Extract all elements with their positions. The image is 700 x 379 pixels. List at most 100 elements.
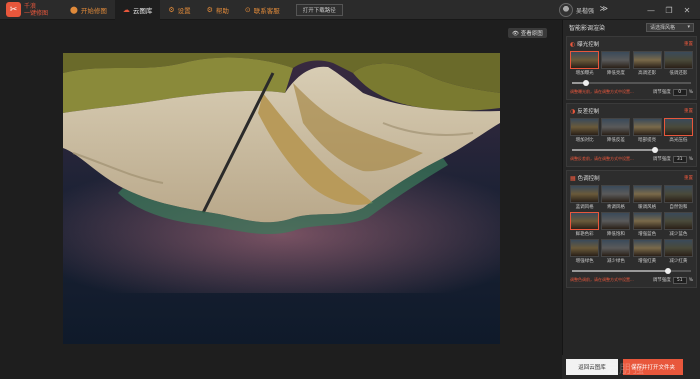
logo-line-2: 一键修图 bbox=[24, 9, 49, 17]
preset-thumb[interactable]: 增强蓝色 bbox=[632, 212, 662, 237]
preset-label: 高光压低 bbox=[669, 138, 688, 143]
degree-unit: % bbox=[688, 89, 693, 95]
preset-preview-image bbox=[632, 239, 662, 257]
preset-thumb[interactable]: 高光压低 bbox=[663, 118, 693, 143]
degree-label: 调节强度 bbox=[652, 278, 671, 283]
open-download-path-button[interactable]: 打开下载路径 bbox=[295, 3, 343, 16]
preset-label: 鲜艳色彩 bbox=[575, 232, 594, 237]
preset-thumb[interactable]: 减少绿色 bbox=[601, 239, 631, 264]
degree-input[interactable]: 31 bbox=[672, 155, 687, 163]
tab-start-editing[interactable]: ⬤ 开始修图 bbox=[62, 0, 115, 20]
preset-label: 暖调风格 bbox=[638, 205, 657, 210]
preset-thumb[interactable]: 降低反差 bbox=[601, 118, 631, 143]
slider-knob[interactable] bbox=[665, 268, 672, 274]
preset-label: 自然饱和 bbox=[669, 205, 688, 210]
app-window: ✂ 千浪 一键修图 ⬤ 开始修图 ☁ 云图库 ⚙ 设置 ⚙ 帮助 ⊙ 联系客服 打开下载路… bbox=[0, 0, 700, 379]
chevron-down-icon[interactable]: ≫ bbox=[600, 4, 608, 13]
preset-thumb[interactable]: 暖调风格 bbox=[632, 185, 662, 210]
preset-label: 减少绿色 bbox=[606, 259, 625, 264]
user-name: 吴楷强 bbox=[575, 7, 594, 15]
preset-thumb[interactable]: 增加对比 bbox=[570, 118, 600, 143]
minimize-icon[interactable]: — bbox=[642, 6, 660, 15]
intensity-slider[interactable] bbox=[570, 79, 693, 87]
support-icon: ⊙ bbox=[244, 5, 251, 14]
image-canvas: 👁 查看原图 bbox=[0, 20, 562, 379]
color-tone-section: ▦ 色调控制 重置 蓝调风格 青调风格 暖调风格 自然饱和鲜艳色彩 降低饱和 增强蓝色 减少蓝… bbox=[566, 170, 697, 288]
preset-thumb[interactable]: 增加曝光 bbox=[570, 51, 600, 76]
preset-preview-image bbox=[601, 185, 631, 203]
preset-thumb[interactable]: 降低饱和 bbox=[601, 212, 631, 237]
preset-thumb[interactable]: 低调还影 bbox=[663, 51, 693, 76]
color-tone-icon: ▦ bbox=[570, 174, 576, 182]
tab-label: 开始修图 bbox=[80, 6, 107, 15]
save-and-open-folder-button[interactable]: 保存并打开文件夹 bbox=[623, 359, 683, 375]
preset-preview-image bbox=[601, 239, 631, 257]
preset-preview-image bbox=[570, 212, 600, 230]
preset-preview-image bbox=[632, 118, 662, 136]
preset-thumb[interactable]: 增强绿色 bbox=[570, 239, 600, 264]
preset-thumb[interactable]: 鲜艳色彩 bbox=[570, 212, 600, 237]
view-original-button[interactable]: 👁 查看原图 bbox=[508, 28, 547, 38]
preset-thumb[interactable]: 减少蓝色 bbox=[663, 212, 693, 237]
back-to-library-button[interactable]: 返回云图库 bbox=[566, 359, 618, 375]
contrast-icon: ◑ bbox=[570, 107, 576, 115]
tab-label: 联系客服 bbox=[253, 6, 280, 15]
logo-line-1: 千浪 bbox=[24, 2, 37, 10]
preset-label: 降低亮度 bbox=[606, 71, 625, 76]
preset-thumb[interactable]: 增强红黄 bbox=[632, 239, 662, 264]
preset-preview-image bbox=[632, 185, 662, 203]
preset-thumb[interactable]: 蓝调风格 bbox=[570, 185, 600, 210]
user-menu[interactable]: 吴楷强 bbox=[558, 3, 594, 17]
preset-grid: 蓝调风格 青调风格 暖调风格 自然饱和鲜艳色彩 降低饱和 增强蓝色 减少蓝色增强绿色 减少绿色… bbox=[570, 185, 693, 264]
reset-button[interactable]: 重置 bbox=[684, 108, 693, 114]
chevron-down-icon: ▾ bbox=[687, 24, 690, 30]
preset-preview-image bbox=[570, 51, 600, 69]
tab-label: 设置 bbox=[177, 6, 191, 15]
intensity-slider[interactable] bbox=[570, 146, 693, 154]
preset-label: 增强红黄 bbox=[638, 259, 657, 264]
slider-knob[interactable] bbox=[583, 80, 590, 86]
preset-thumb[interactable]: 减少红黄 bbox=[663, 239, 693, 264]
preset-thumb[interactable]: 青调风格 bbox=[601, 185, 631, 210]
app-logo-icon: ✂ bbox=[6, 2, 21, 17]
tab-contact-support[interactable]: ⊙ 联系客服 bbox=[237, 0, 288, 20]
preset-grid: 增加对比 降低反差 暗部提亮 高光压低 bbox=[570, 118, 693, 143]
preset-thumb[interactable]: 高调还影 bbox=[632, 51, 662, 76]
preset-preview-image bbox=[570, 239, 600, 257]
preset-select[interactable]: 请选择风格 ▾ bbox=[646, 22, 694, 32]
degree-input[interactable]: 51 bbox=[672, 276, 687, 284]
intensity-slider[interactable] bbox=[570, 267, 693, 275]
hint-text: 调整曝光前，请在调整方式中设置... bbox=[570, 89, 634, 94]
tab-cloud-library[interactable]: ☁ 云图库 bbox=[114, 0, 161, 20]
window-controls: — ❐ ✕ bbox=[642, 0, 696, 20]
preset-value: 请选择风格 bbox=[650, 24, 676, 31]
close-icon[interactable]: ✕ bbox=[678, 6, 696, 15]
contrast-section: ◑ 反差控制 重置 增加对比 降低反差 暗部提亮 高光压低 调整反差前，请在调整方式中设… bbox=[566, 103, 697, 167]
degree-input[interactable]: 0 bbox=[672, 88, 687, 96]
tab-help[interactable]: ⚙ 帮助 bbox=[199, 0, 237, 20]
tab-settings[interactable]: ⚙ 设置 bbox=[160, 0, 198, 20]
maximize-icon[interactable]: ❐ bbox=[660, 6, 678, 15]
preset-label: 减少红黄 bbox=[669, 259, 688, 264]
cloud-icon: ☁ bbox=[122, 5, 130, 14]
reset-button[interactable]: 重置 bbox=[684, 41, 693, 47]
degree-label: 调节强度 bbox=[652, 157, 671, 162]
section-title: 色调控制 bbox=[577, 176, 600, 182]
preset-preview-image bbox=[570, 118, 600, 136]
preset-label: 暗部提亮 bbox=[638, 138, 657, 143]
preset-preview-image bbox=[570, 185, 600, 203]
preset-label: 青调风格 bbox=[606, 205, 625, 210]
preset-label: 高调还影 bbox=[638, 71, 657, 76]
exposure-section: ◐ 曝光控制 重置 增加曝光 降低亮度 高调还影 低调还影 调整曝光前，请在调整方式中设… bbox=[566, 36, 697, 100]
edited-photo bbox=[63, 53, 500, 344]
hint-text: 调整反差前，请在调整方式中设置... bbox=[570, 156, 634, 161]
preset-preview-image bbox=[663, 239, 693, 257]
preset-thumb[interactable]: 自然饱和 bbox=[663, 185, 693, 210]
preset-thumb[interactable]: 降低亮度 bbox=[601, 51, 631, 76]
top-bar: ✂ 千浪 一键修图 ⬤ 开始修图 ☁ 云图库 ⚙ 设置 ⚙ 帮助 ⊙ 联系客服 打开下载路… bbox=[0, 0, 700, 20]
preset-thumb[interactable]: 暗部提亮 bbox=[632, 118, 662, 143]
reset-button[interactable]: 重置 bbox=[684, 175, 693, 181]
slider-knob[interactable] bbox=[652, 147, 659, 153]
section-title: 反差控制 bbox=[577, 109, 600, 115]
tab-label: 帮助 bbox=[215, 6, 229, 15]
